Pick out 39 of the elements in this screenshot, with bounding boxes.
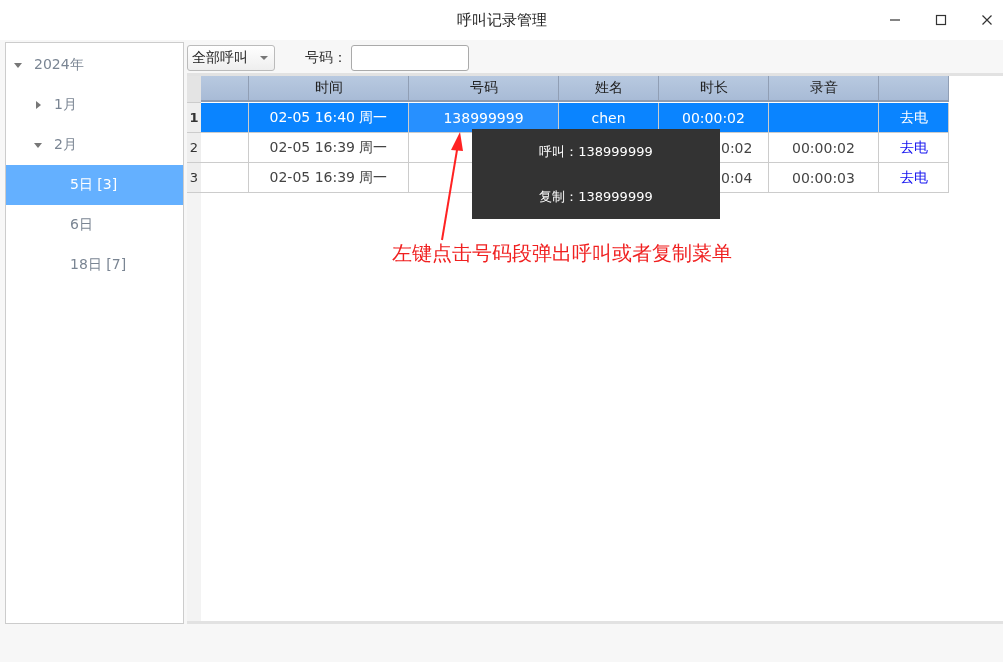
tree-item[interactable]: 2月: [6, 125, 183, 165]
column-header[interactable]: 录音: [769, 76, 879, 102]
number-label: 号码：: [305, 48, 347, 67]
number-field[interactable]: [351, 44, 469, 71]
direction-link[interactable]: 去电: [879, 163, 949, 193]
direction-link[interactable]: 去电: [879, 103, 949, 133]
table-cell: 02-05 16:40 周一: [249, 103, 409, 133]
close-icon[interactable]: [981, 14, 993, 26]
caret-icon: [260, 54, 268, 61]
row-number: 3: [187, 163, 201, 193]
column-header[interactable]: 时长: [659, 76, 769, 102]
annotation-text: 左键点击号码段弹出呼叫或者复制菜单: [392, 240, 732, 267]
maximize-icon[interactable]: [935, 14, 947, 26]
tree-item[interactable]: 18日 [7]: [6, 245, 183, 285]
filter-dropdown[interactable]: 全部呼叫: [187, 44, 275, 71]
table-cell: [201, 103, 249, 133]
column-header[interactable]: 姓名: [559, 76, 659, 102]
row-number: 1: [187, 103, 201, 133]
table-cell: 02-05 16:39 周一: [249, 133, 409, 163]
column-header[interactable]: 时间: [249, 76, 409, 102]
window-title: 呼叫记录管理: [456, 10, 547, 30]
menu-item[interactable]: 复制：138999999: [539, 187, 653, 206]
table-cell: 02-05 16:39 周一: [249, 163, 409, 193]
expanded-triangle-icon[interactable]: [34, 141, 42, 149]
collapsed-triangle-icon[interactable]: [34, 101, 42, 109]
menu-item[interactable]: 呼叫：138999999: [539, 142, 653, 161]
expanded-triangle-icon[interactable]: [14, 61, 22, 69]
table-cell: 00:00:02: [659, 103, 769, 133]
column-header[interactable]: 号码: [409, 76, 559, 102]
tree-item[interactable]: 6日: [6, 205, 183, 245]
table-cell: [201, 163, 249, 193]
tree-item[interactable]: 1月: [6, 85, 183, 125]
table-cell: 00:00:03: [769, 163, 879, 193]
table-cell: 00:00:02: [769, 133, 879, 163]
direction-link[interactable]: 去电: [879, 133, 949, 163]
table-cell: [201, 133, 249, 163]
row-number: 2: [187, 133, 201, 163]
table-cell: 138999999: [409, 103, 559, 133]
tree-item[interactable]: 2024年: [6, 45, 183, 85]
